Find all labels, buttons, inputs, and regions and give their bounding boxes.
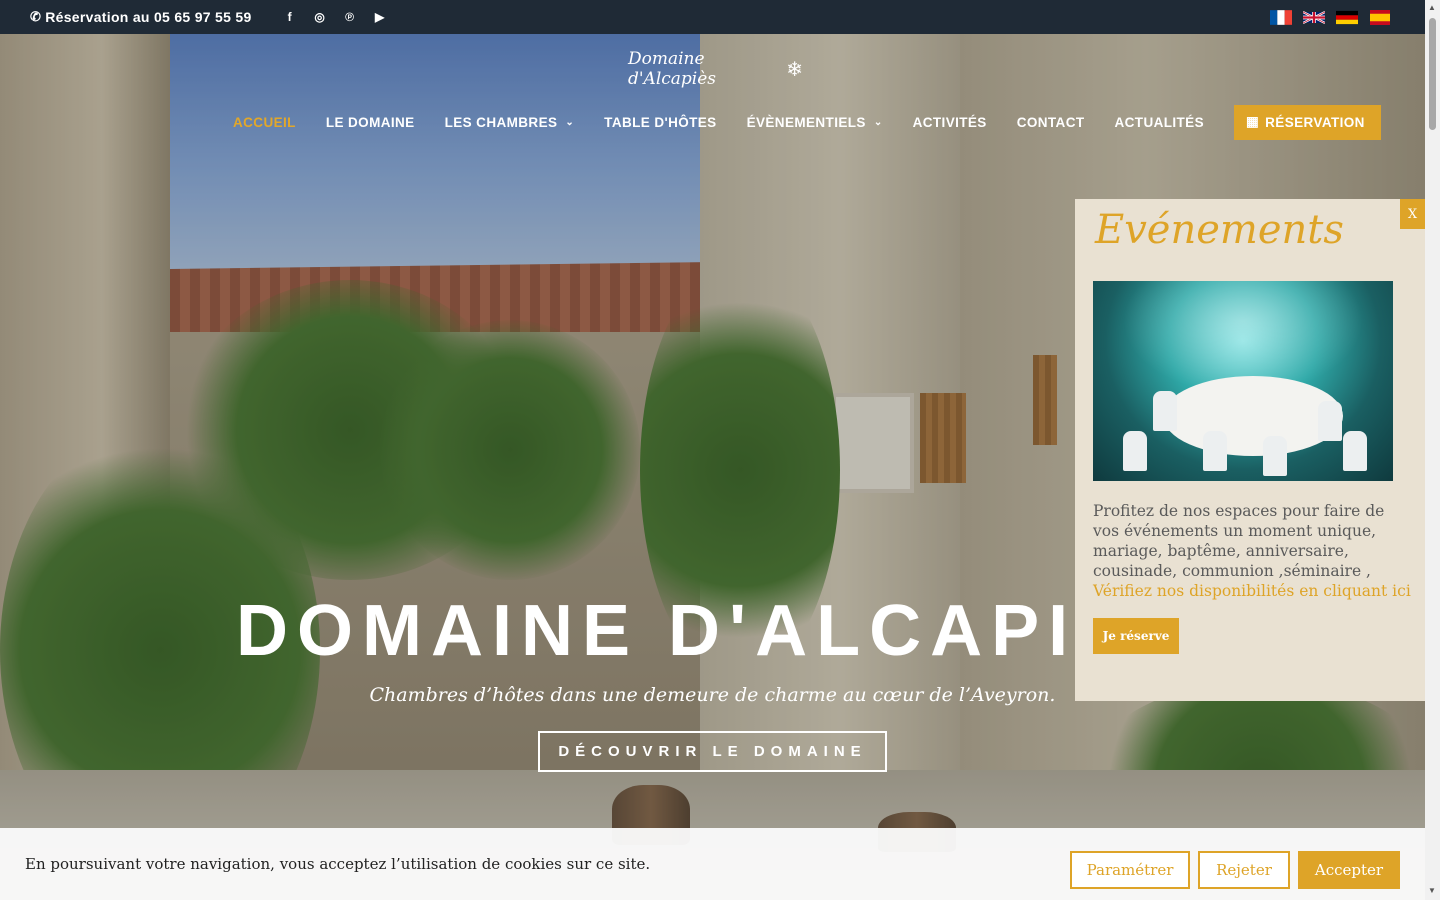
chevron-down-icon: ⌄	[873, 116, 883, 128]
main-nav: ACCUEIL LE DOMAINE LES CHAMBRES ⌄ TABLE D…	[233, 104, 1381, 140]
top-bar: ✆ Réservation au 05 65 97 55 59 f ◎ ℗ ▶	[0, 0, 1425, 34]
nav-label: ACTIVITÉS	[912, 114, 987, 130]
snowflake-icon: ❄	[786, 57, 803, 81]
chevron-down-icon: ⌄	[565, 116, 575, 128]
youtube-icon[interactable]: ▶	[372, 9, 388, 25]
cookie-reject-button[interactable]: Rejeter	[1198, 851, 1290, 889]
chair	[1153, 391, 1177, 431]
scroll-down-icon[interactable]: ▼	[1428, 886, 1436, 895]
event-hall-image	[1093, 281, 1393, 481]
site-logo[interactable]: Domaine d'Alcapiès ❄	[628, 49, 803, 89]
availability-link[interactable]: Vérifiez nos disponibilités en cliquant …	[1093, 581, 1413, 601]
nav-item-le-domaine[interactable]: LE DOMAINE	[326, 115, 415, 130]
scroll-up-icon[interactable]: ▲	[1428, 3, 1436, 12]
nav-label: ACTUALITÉS	[1114, 114, 1204, 130]
reserve-button[interactable]: Je réserve	[1093, 618, 1179, 654]
flag-fr-icon[interactable]	[1270, 10, 1292, 25]
popup-text: Profitez de nos espaces pour faire de vo…	[1093, 502, 1385, 580]
flag-de-icon[interactable]	[1336, 10, 1358, 25]
logo-text: Domaine d'Alcapiès	[628, 49, 717, 89]
chair	[1203, 431, 1227, 471]
nav-item-activites[interactable]: ACTIVITÉS	[913, 115, 987, 130]
instagram-icon[interactable]: ◎	[312, 9, 328, 25]
nav-item-evenementiels[interactable]: ÉVÈNEMENTIELS ⌄	[747, 115, 883, 130]
social-links: f ◎ ℗ ▶	[282, 9, 388, 25]
close-button[interactable]: X	[1400, 199, 1425, 229]
chair	[1318, 401, 1342, 441]
reservation-label: RÉSERVATION	[1265, 114, 1365, 130]
popup-description: Profitez de nos espaces pour faire de vo…	[1093, 501, 1413, 601]
facebook-icon[interactable]: f	[282, 9, 298, 25]
phone-icon: ✆	[30, 9, 42, 24]
chair	[1343, 431, 1367, 471]
round-table	[1163, 376, 1343, 456]
flag-en-icon[interactable]	[1303, 10, 1325, 25]
nav-item-les-chambres[interactable]: LES CHAMBRES ⌄	[445, 115, 575, 130]
nav-label: LE DOMAINE	[325, 114, 415, 130]
scrollbar[interactable]: ▲ ▼	[1425, 0, 1440, 900]
popup-title: Evénements	[1095, 207, 1344, 253]
nav-item-table-dhotes[interactable]: TABLE D'HÔTES	[604, 115, 716, 130]
chair	[1263, 436, 1287, 476]
nav-item-contact[interactable]: CONTACT	[1017, 115, 1085, 130]
language-switcher	[1270, 10, 1391, 25]
nav-label: TABLE D'HÔTES	[604, 114, 717, 130]
cookie-settings-button[interactable]: Paramétrer	[1070, 851, 1190, 889]
nav-item-accueil[interactable]: ACCUEIL	[233, 115, 296, 130]
nav-label: ÉVÈNEMENTIELS	[746, 114, 866, 130]
hero-title: DOMAINE D'ALCAPI	[236, 591, 1078, 671]
scroll-thumb[interactable]	[1429, 18, 1436, 130]
cookie-accept-button[interactable]: Accepter	[1298, 851, 1400, 889]
flag-es-icon[interactable]	[1369, 10, 1391, 25]
cookie-text: En poursuivant votre navigation, vous ac…	[25, 855, 651, 873]
reservation-button[interactable]: ▦ RÉSERVATION	[1234, 104, 1381, 140]
cookie-banner: En poursuivant votre navigation, vous ac…	[0, 828, 1425, 900]
pinterest-icon[interactable]: ℗	[342, 9, 358, 25]
events-popup: X Evénements Profitez de nos espaces pou…	[1075, 199, 1425, 701]
nav-label: LES CHAMBRES	[444, 114, 558, 130]
phone-text: Réservation au 05 65 97 55 59	[45, 9, 252, 25]
nav-label: ACCUEIL	[233, 114, 296, 130]
calendar-icon: ▦	[1246, 114, 1260, 129]
nav-item-actualites[interactable]: ACTUALITÉS	[1115, 115, 1205, 130]
nav-label: CONTACT	[1016, 114, 1085, 130]
chair	[1123, 431, 1147, 471]
phone-link[interactable]: ✆ Réservation au 05 65 97 55 59	[30, 9, 252, 25]
discover-button[interactable]: DÉCOUVRIR LE DOMAINE	[538, 731, 887, 772]
